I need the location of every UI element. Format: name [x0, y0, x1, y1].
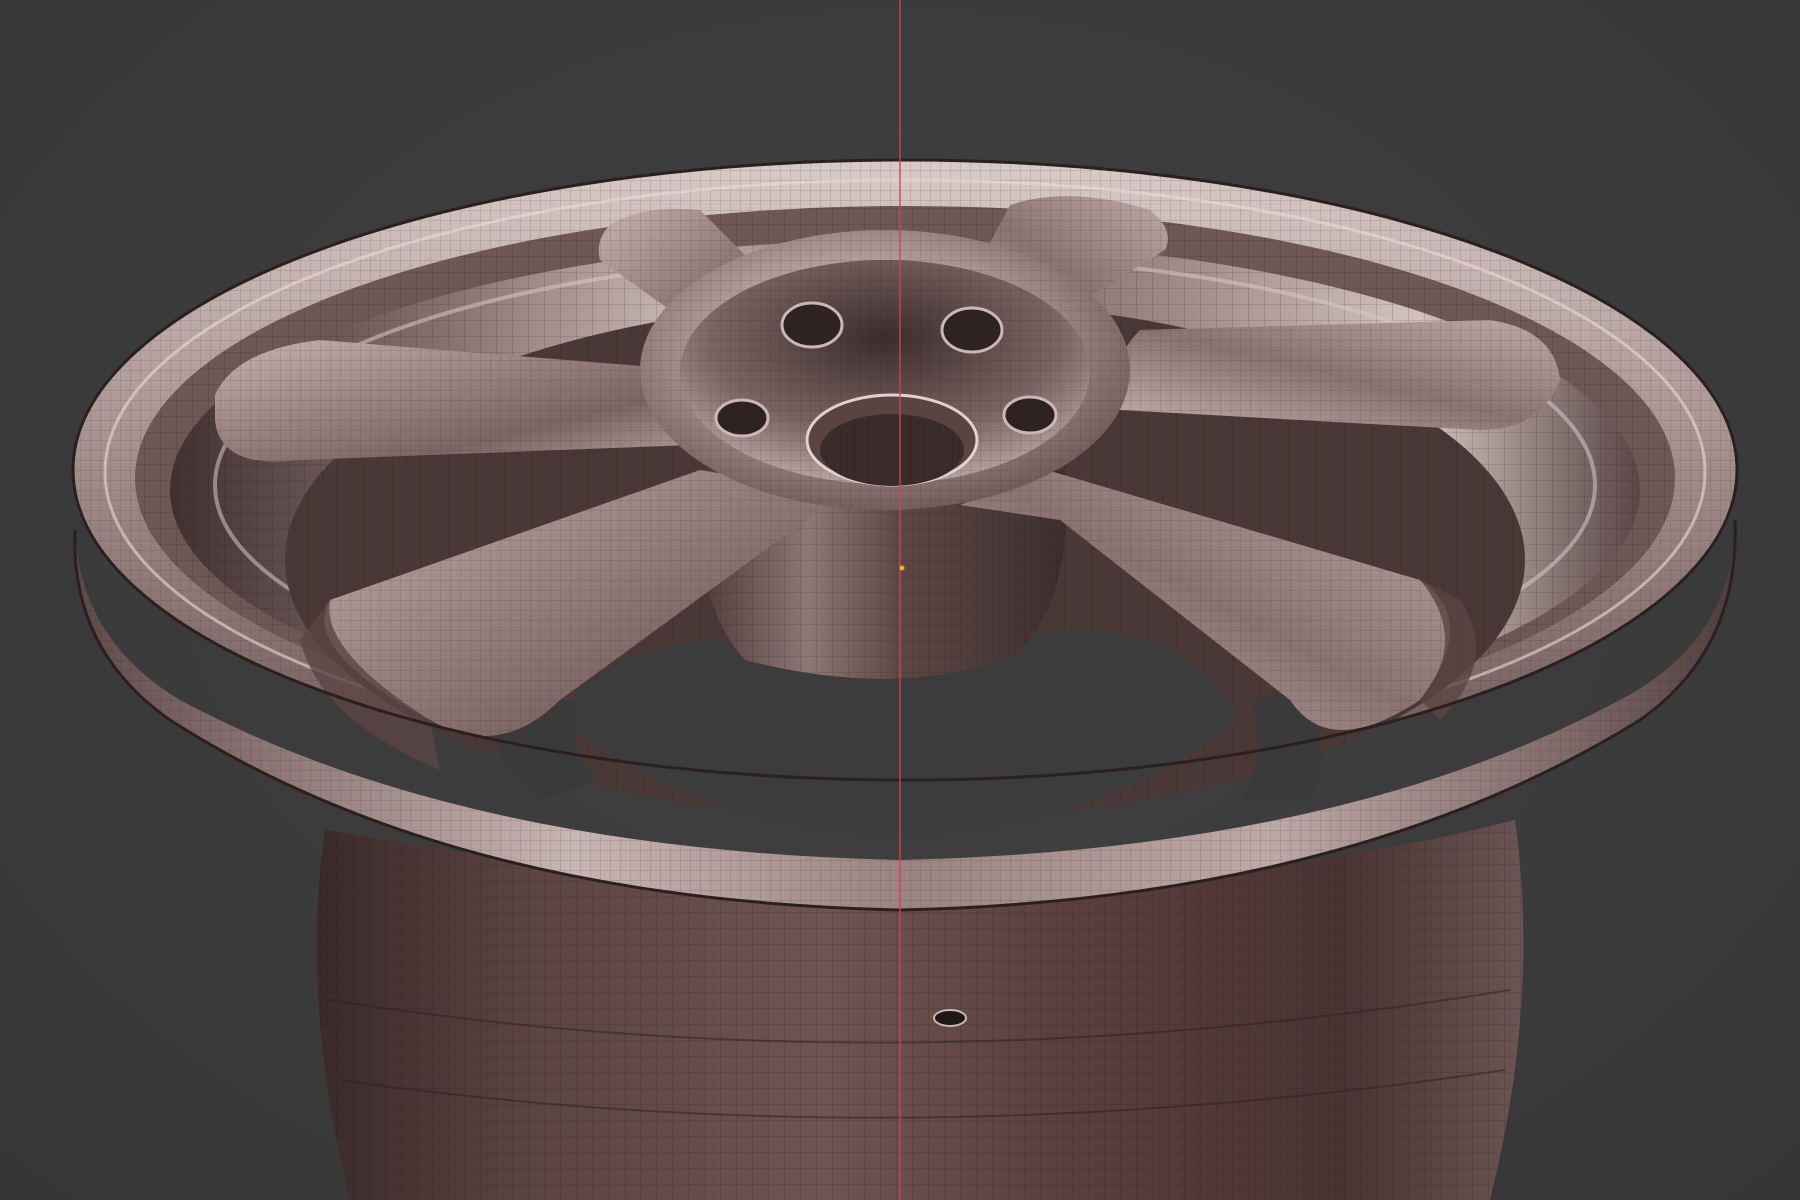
wheel-render [71, 0, 1739, 1200]
lug-hole-1 [780, 301, 844, 349]
lug-hole-3 [714, 398, 770, 438]
valve-stem-hole [933, 1009, 967, 1027]
center-hub [640, 230, 1130, 510]
lug-hole-2 [940, 306, 1004, 354]
3d-viewport[interactable] [0, 0, 1800, 1200]
object-origin[interactable] [899, 565, 905, 571]
lug-hole-4 [1002, 395, 1058, 435]
